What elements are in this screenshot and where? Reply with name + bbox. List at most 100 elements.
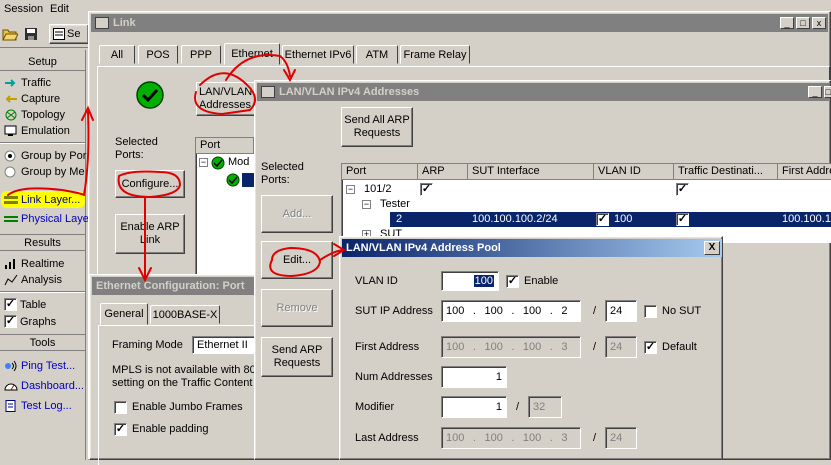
port-traffic-dest-checkbox[interactable]: ✓: [676, 183, 689, 196]
modifier-slash: /: [516, 401, 520, 413]
table-checkbox[interactable]: ✓ Table: [4, 297, 46, 312]
modifier-input[interactable]: 1: [441, 396, 507, 418]
sut-slash: /: [593, 305, 597, 317]
no-sut-label: No SUT: [662, 305, 702, 317]
link-window-titlebar: Link: [91, 14, 828, 32]
tab-ethernet[interactable]: Ethernet: [224, 43, 280, 65]
table-check-icon: ✓: [4, 298, 17, 311]
sidebar-item-realtime[interactable]: Realtime: [4, 256, 64, 271]
tab-frame-relay[interactable]: Frame Relay: [400, 45, 470, 64]
tree-child-ok-icon: [226, 173, 240, 187]
last-address-label: Last Address: [355, 432, 419, 444]
status-ok-icon: [135, 80, 165, 110]
menu-edit[interactable]: Edit: [50, 3, 69, 15]
lan-vlan-maximize-button[interactable]: □: [824, 86, 831, 98]
link-close-button[interactable]: x: [812, 17, 826, 29]
sidebar-item-analysis[interactable]: Analysis: [4, 272, 62, 287]
group-by-port-radio[interactable]: Group by Por: [4, 148, 86, 163]
mpls-note: MPLS is not available with 80 setting on…: [112, 364, 256, 389]
send-arp-button[interactable]: Send ARP Requests: [261, 337, 333, 377]
link-maximize-button[interactable]: □: [796, 17, 810, 29]
sidebar-item-ping-test[interactable]: Ping Test...: [4, 358, 75, 373]
tab-ethernet-ipv6[interactable]: Ethernet IPv6: [282, 45, 354, 64]
address-grid[interactable]: Port ARP SUT Interface VLAN ID Traffic D…: [341, 163, 831, 243]
sidebar-item-topology[interactable]: Topology: [4, 107, 65, 122]
sidebar-item-test-log[interactable]: Test Log...: [4, 398, 72, 413]
lan-vlan-minimize-button[interactable]: _: [808, 86, 822, 98]
sut-prefix-input[interactable]: 24: [605, 300, 637, 322]
first-slash: /: [593, 341, 597, 353]
lan-vlan-addresses-button[interactable]: LAN/VLAN Addresses...: [196, 82, 260, 116]
col-first-address[interactable]: First Addres: [778, 164, 831, 180]
dashboard-gauge-icon: [4, 383, 18, 390]
save-icon[interactable]: [24, 27, 38, 41]
num-addresses-input[interactable]: 1: [441, 366, 507, 388]
tree-expand-icon[interactable]: −: [199, 158, 208, 167]
tab-pos[interactable]: POS: [138, 45, 178, 64]
tab-1000base-x[interactable]: 1000BASE-X: [150, 305, 220, 324]
row-first-address: 100.100.1: [782, 213, 831, 225]
no-sut-checkbox[interactable]: [644, 305, 657, 318]
sidebar-item-emulation[interactable]: Emulation: [4, 123, 70, 138]
results-header: Results: [0, 234, 85, 251]
col-arp[interactable]: ARP: [418, 164, 468, 180]
remove-button[interactable]: Remove: [261, 289, 333, 327]
physical-layer-icon: [4, 215, 18, 222]
port-tree-header[interactable]: Port: [196, 138, 254, 154]
tab-atm[interactable]: ATM: [356, 45, 398, 64]
topology-icon: [5, 109, 17, 120]
default-checkbox[interactable]: ✓: [644, 341, 657, 354]
open-folder-icon[interactable]: [2, 27, 19, 41]
tab-all[interactable]: All: [99, 45, 135, 64]
first-address-input[interactable]: 100. 100. 100. 3: [441, 336, 581, 358]
first-prefix-input[interactable]: 24: [605, 336, 637, 358]
num-addresses-label: Num Addresses: [355, 371, 433, 383]
graphs-checkbox[interactable]: ✓ Graphs: [4, 314, 56, 329]
row-vlan-checkbox[interactable]: ✓: [596, 213, 609, 226]
modifier-max-input: 32: [528, 396, 562, 418]
tab-ppp[interactable]: PPP: [181, 45, 221, 64]
link-window-icon: [95, 17, 109, 29]
sidebar-item-physical-layer[interactable]: Physical Layer: [4, 211, 93, 226]
port-collapse-icon[interactable]: −: [346, 185, 355, 194]
realtime-chart-icon: [5, 258, 15, 269]
sidebar-item-dashboard[interactable]: Dashboard...: [4, 378, 84, 393]
vlan-enable-checkbox[interactable]: ✓: [506, 275, 519, 288]
edit-button[interactable]: Edit...: [261, 241, 333, 279]
address-pool-close-button[interactable]: X: [704, 241, 720, 255]
modifier-label: Modifier: [355, 401, 395, 413]
add-button[interactable]: Add...: [261, 195, 333, 233]
port-arp-checkbox[interactable]: ✓: [420, 183, 433, 196]
enable-padding-checkbox[interactable]: ✓: [114, 423, 127, 436]
framing-mode-select[interactable]: Ethernet II: [192, 336, 258, 354]
sidebar-item-traffic[interactable]: Traffic: [4, 75, 51, 90]
sidebar-item-link-layer[interactable]: Link Layer...: [4, 192, 80, 207]
last-prefix-input: 24: [605, 427, 637, 449]
enable-arp-link-button[interactable]: Enable ARP Link: [115, 214, 185, 254]
row-traffic-dest-checkbox[interactable]: ✓: [676, 213, 689, 226]
sidebar: Setup Traffic Capture Topology Emulation…: [0, 50, 93, 460]
jumbo-frames-checkbox[interactable]: [114, 401, 127, 414]
col-port[interactable]: Port: [342, 164, 418, 180]
group-by-media-radio[interactable]: Group by Me: [4, 164, 85, 179]
enable-padding-label: Enable padding: [132, 423, 209, 435]
configure-button[interactable]: Configure...: [115, 170, 185, 198]
menu-session[interactable]: Session: [4, 3, 43, 15]
col-vlan-id[interactable]: VLAN ID: [594, 164, 674, 180]
ethernet-config-titlebar: Ethernet Configuration: Port: [92, 277, 258, 295]
table-row-selected[interactable]: 2 100.100.100.2/24 ✓ 100 ✓ 100.100.1: [390, 212, 831, 227]
send-all-arp-button[interactable]: Send All ARP Requests: [341, 107, 413, 147]
graphs-check-icon: ✓: [4, 315, 17, 328]
lan-selected-ports-label: Selected Ports:: [261, 161, 304, 186]
radio-selected-icon: [4, 150, 16, 161]
col-traffic-destination[interactable]: Traffic Destinati...: [674, 164, 778, 180]
sidebar-item-capture[interactable]: Capture: [4, 91, 60, 106]
col-sut-interface[interactable]: SUT Interface: [468, 164, 594, 180]
vlan-id-input[interactable]: 100: [441, 271, 499, 291]
link-minimize-button[interactable]: _: [780, 17, 794, 29]
tester-collapse-icon[interactable]: −: [362, 200, 371, 209]
row-vlan-id: 100: [614, 213, 633, 225]
session-view-button[interactable]: Se: [49, 24, 89, 44]
sut-ip-input[interactable]: 100. 100. 100. 2: [441, 300, 581, 322]
tab-general[interactable]: General: [100, 303, 148, 325]
